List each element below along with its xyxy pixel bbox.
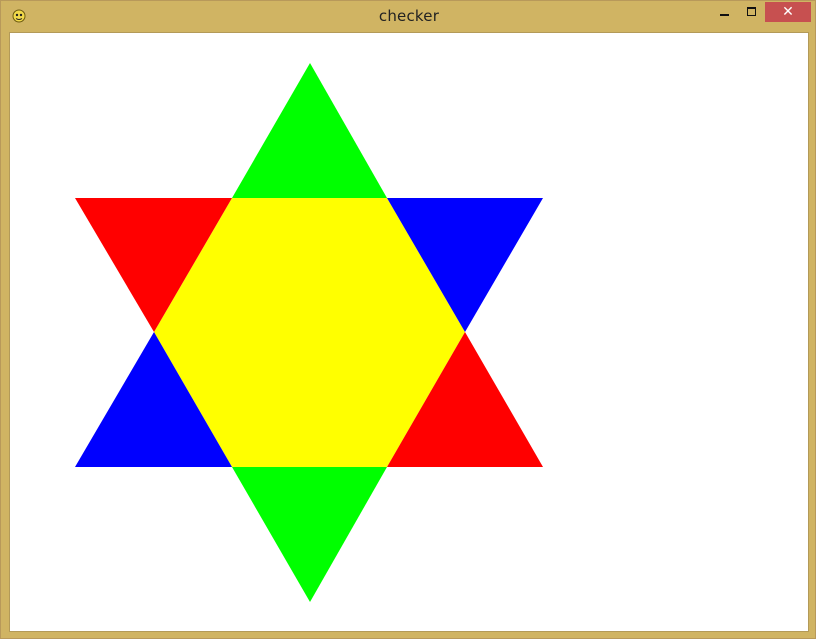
window-title: checker [378, 7, 440, 25]
minimize-button[interactable] [711, 2, 738, 22]
game-canvas[interactable] [9, 32, 809, 632]
close-button[interactable]: ✕ [765, 2, 811, 22]
minimize-icon [720, 14, 729, 16]
maximize-icon [747, 7, 756, 16]
triangle-top [232, 63, 387, 198]
close-icon: ✕ [782, 4, 794, 20]
triangle-bottom [232, 467, 387, 602]
title-bar[interactable]: checker ✕ [1, 1, 816, 32]
app-window: checker ✕ [0, 0, 816, 639]
maximize-button[interactable] [738, 2, 765, 22]
star-drawing [75, 63, 543, 602]
